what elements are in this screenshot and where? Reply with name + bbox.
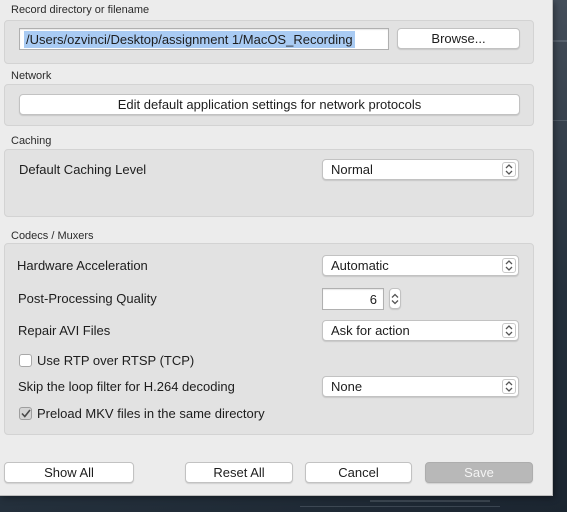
record-path-value: /Users/ozvinci/Desktop/assignment 1/MacO… (24, 30, 355, 48)
preferences-dialog: Record directory or filename /Users/ozvi… (0, 0, 553, 496)
pp-quality-label: Post-Processing Quality (18, 291, 157, 306)
checkmark-icon (20, 409, 31, 418)
save-button[interactable]: Save (425, 462, 533, 483)
network-group: Edit default application settings for ne… (4, 84, 534, 126)
rtp-checkbox[interactable] (19, 354, 32, 367)
chevron-updown-icon (502, 258, 516, 273)
repair-avi-value: Ask for action (331, 323, 410, 338)
record-section-title: Record directory or filename (11, 4, 150, 16)
chevron-updown-icon (502, 323, 516, 338)
preload-mkv-checkbox[interactable] (19, 407, 32, 420)
repair-avi-label: Repair AVI Files (18, 323, 111, 338)
hw-accel-select[interactable]: Automatic (322, 255, 519, 276)
pp-quality-field[interactable]: 6 (322, 288, 384, 310)
hw-accel-label: Hardware Acceleration (17, 258, 148, 273)
caching-level-select[interactable]: Normal (322, 159, 519, 180)
show-all-button[interactable]: Show All (4, 462, 134, 483)
loop-filter-select[interactable]: None (322, 376, 519, 397)
record-path-field[interactable]: /Users/ozvinci/Desktop/assignment 1/MacO… (19, 28, 389, 50)
loop-filter-value: None (331, 379, 363, 394)
repair-avi-select[interactable]: Ask for action (322, 320, 519, 341)
network-section-title: Network (11, 70, 52, 82)
reset-all-button[interactable]: Reset All (185, 462, 293, 483)
browse-button[interactable]: Browse... (397, 28, 520, 49)
codecs-group: Hardware Acceleration Automatic Post-Pro… (4, 243, 534, 435)
stepper-arrows-icon (391, 293, 399, 305)
rtp-label: Use RTP over RTSP (TCP) (37, 353, 195, 368)
chevron-updown-icon (502, 162, 516, 177)
caching-level-label: Default Caching Level (19, 162, 147, 177)
codecs-section-title: Codecs / Muxers (11, 230, 94, 242)
chevron-updown-icon (502, 379, 516, 394)
record-group: /Users/ozvinci/Desktop/assignment 1/MacO… (4, 20, 534, 64)
pp-quality-stepper[interactable] (389, 288, 401, 309)
hw-accel-value: Automatic (331, 258, 389, 273)
pp-quality-value: 6 (369, 291, 377, 307)
caching-section-title: Caching (11, 135, 52, 147)
edit-network-settings-button[interactable]: Edit default application settings for ne… (19, 94, 520, 115)
preload-mkv-label: Preload MKV files in the same directory (37, 406, 265, 421)
cancel-button[interactable]: Cancel (305, 462, 412, 483)
loop-filter-label: Skip the loop filter for H.264 decoding (18, 379, 235, 394)
caching-level-value: Normal (331, 162, 373, 177)
caching-group: Default Caching Level Normal (4, 149, 534, 217)
